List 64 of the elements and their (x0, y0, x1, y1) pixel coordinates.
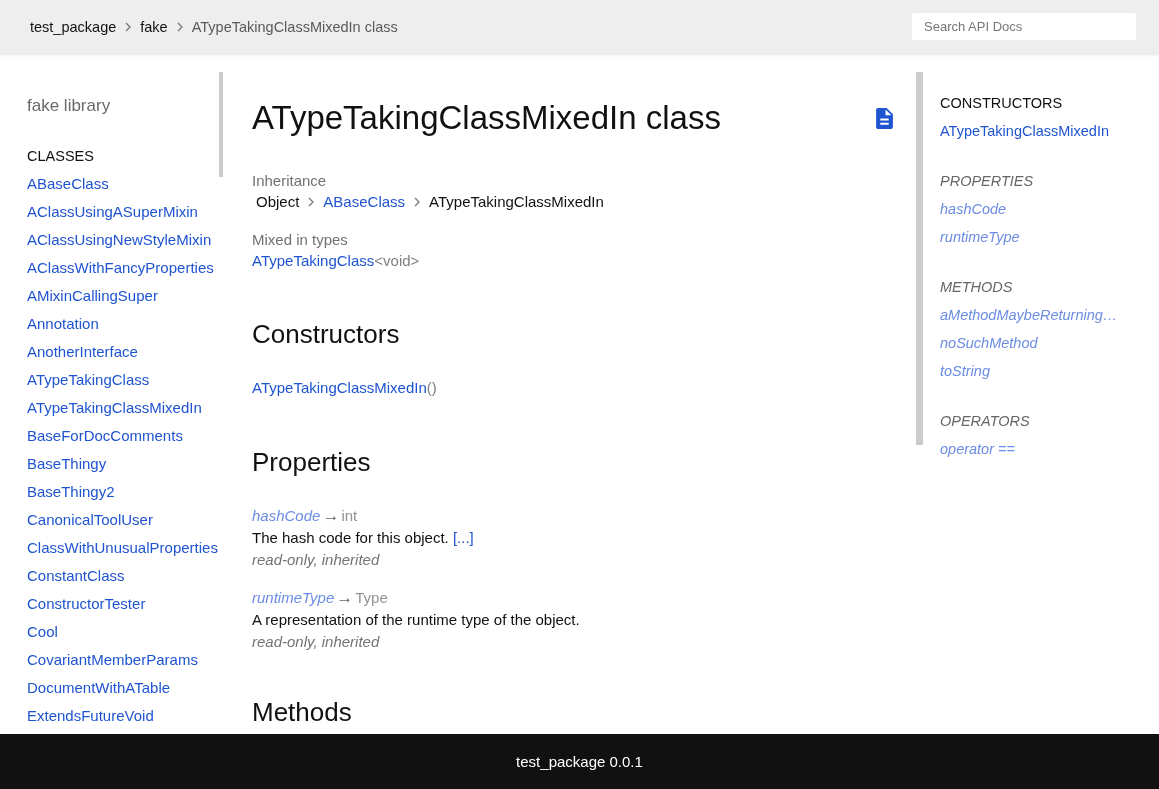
class-link[interactable]: AnotherInterface (27, 338, 138, 366)
mixed-in-label: Mixed in types (252, 230, 348, 250)
breadcrumb-current: ATypeTakingClassMixedIn class (191, 17, 398, 37)
class-link[interactable]: Cool (27, 618, 58, 646)
type-link[interactable]: ABaseClass (323, 191, 406, 212)
inheritance-label: Inheritance (252, 171, 327, 191)
property-description: The hash code for this object. [...] (252, 528, 474, 548)
section-heading: Methods (252, 697, 352, 727)
class-link[interactable]: ClassWithUnusualProperties (27, 534, 218, 562)
class-link[interactable]: ATypeTakingClass (27, 366, 150, 394)
library-title: fake library (27, 95, 111, 117)
return-arrow: → (336, 588, 354, 607)
property-features: read-only, inherited (252, 550, 380, 570)
class-link[interactable]: ATypeTakingClassMixedIn (27, 394, 202, 422)
breadcrumb-link[interactable]: test_package (30, 16, 117, 37)
class-link[interactable]: CovariantMemberParams (27, 646, 198, 674)
chevron-icon (414, 196, 421, 207)
class-link[interactable]: BaseThingy (27, 450, 107, 478)
class-link[interactable]: AClassUsingASuperMixin (27, 198, 198, 226)
class-link[interactable]: ConstructorTester (27, 590, 146, 618)
property-features: read-only, inherited (252, 632, 380, 652)
class-link[interactable]: BaseThingy2 (27, 478, 115, 506)
type-name: ATypeTakingClassMixedIn (429, 192, 604, 212)
property-link[interactable]: hashCode (252, 507, 321, 524)
class-link[interactable]: DocumentWithATable (27, 674, 171, 702)
constructor-params: () (426, 379, 437, 396)
nav-heading: METHODS (940, 278, 1013, 297)
nav-link[interactable]: noSuchMethod (940, 329, 1038, 357)
class-link[interactable]: AClassUsingNewStyleMixin (27, 226, 212, 254)
scrollbar-thumb[interactable] (219, 72, 223, 177)
type-arguments: <void> (374, 252, 420, 269)
return-type: int (341, 507, 358, 524)
page-title: ATypeTakingClassMixedIn class (252, 98, 721, 138)
chevron-icon (308, 196, 315, 207)
footer-text: test_package 0.0.1 (516, 751, 643, 772)
class-link[interactable]: Annotation (27, 310, 99, 338)
chevron-icon (176, 21, 183, 32)
section-heading: Properties (252, 447, 371, 477)
more-link[interactable]: [...] (452, 529, 474, 546)
class-link[interactable]: CanonicalToolUser (27, 506, 153, 534)
nav-heading: CONSTRUCTORS (940, 94, 1063, 113)
return-arrow: → (322, 506, 340, 525)
class-link[interactable]: AMixinCallingSuper (27, 282, 158, 310)
nav-link[interactable]: ATypeTakingClassMixedIn (940, 117, 1109, 145)
class-link[interactable]: ExtendsFutureVoid (27, 702, 154, 730)
nav-link[interactable]: hashCode (940, 195, 1007, 223)
return-type: Type (355, 589, 388, 606)
type-name: Object (256, 192, 300, 212)
property-description: A representation of the runtime type of the object. (252, 610, 580, 630)
chevron-icon (125, 21, 132, 32)
nav-heading: OPERATORS (940, 412, 1030, 431)
search-field[interactable]: Search API Docs (912, 13, 1136, 40)
class-link[interactable]: ABaseClass (27, 170, 109, 198)
class-link[interactable]: BaseForDocComments (27, 422, 183, 450)
type-link[interactable]: ATypeTakingClass (252, 252, 375, 269)
section-heading: Constructors (252, 319, 400, 349)
breadcrumb-link[interactable]: fake (140, 16, 168, 37)
constructor-link[interactable]: ATypeTakingClassMixedIn (252, 379, 427, 396)
section-heading: CLASSES (27, 147, 94, 166)
nav-link[interactable]: toString (940, 357, 990, 385)
document-icon[interactable] (876, 107, 893, 129)
nav-heading: PROPERTIES (940, 172, 1034, 191)
class-link[interactable]: ConstantClass (27, 562, 125, 590)
class-link[interactable]: AClassWithFancyProperties (27, 254, 214, 282)
